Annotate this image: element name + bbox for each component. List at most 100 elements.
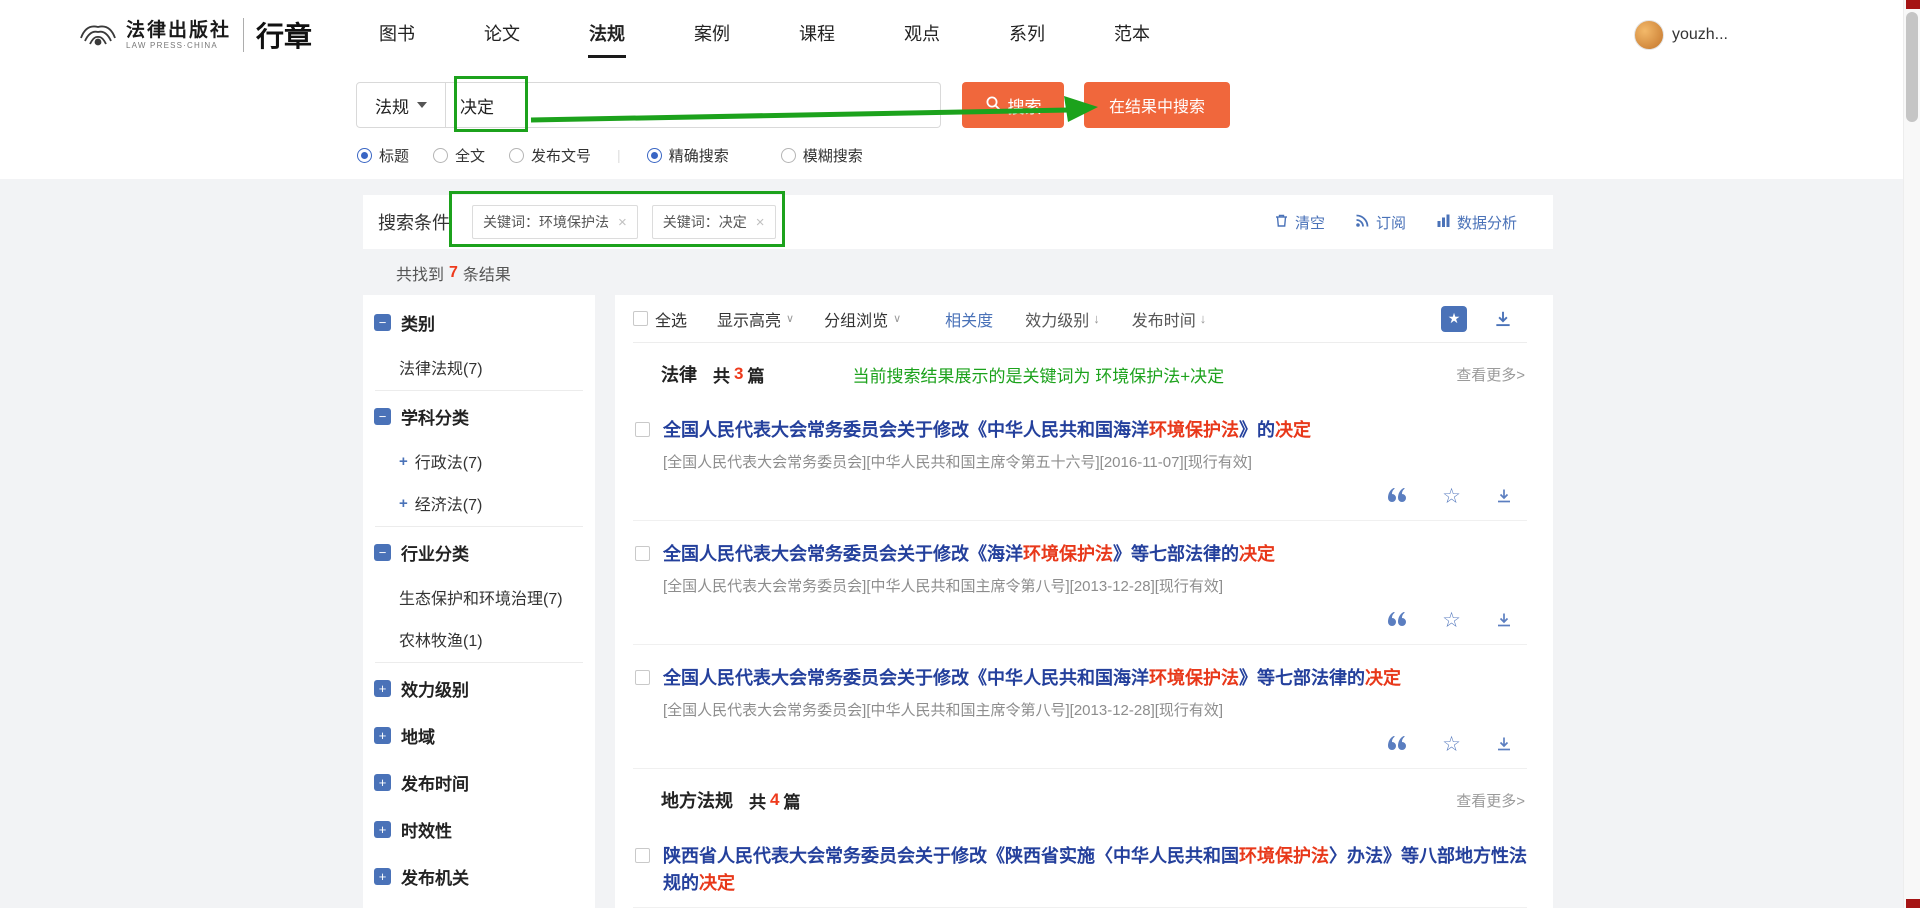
view-more-link[interactable]: 查看更多> <box>1456 790 1527 811</box>
content-background: 搜索条件 关键词：环境保护法 关键词：决定 清空 <box>0 179 1920 908</box>
radio-fulltext[interactable] <box>433 148 448 163</box>
radio-fuzzy-label[interactable]: 模糊搜索 <box>803 145 863 166</box>
filter-item-ecology[interactable]: 生态保护和环境治理(7) <box>363 576 595 618</box>
filter-group-category[interactable]: 类别 <box>363 299 595 346</box>
page-scrollbar[interactable] <box>1903 0 1920 908</box>
search-in-results-button[interactable]: 在结果中搜索 <box>1084 82 1230 128</box>
result-title-link[interactable]: 全国人民代表大会常务委员会关于修改《海洋环境保护法》等七部法律的决定 <box>663 541 1527 568</box>
result-checkbox[interactable] <box>635 546 650 561</box>
subscribe-button[interactable]: 订阅 <box>1355 212 1406 233</box>
nav-item-papers[interactable]: 论文 <box>483 12 521 58</box>
sort-down-icon <box>1200 311 1207 326</box>
result-checkbox[interactable] <box>635 848 650 863</box>
select-all-label[interactable]: 全选 <box>655 307 687 331</box>
filter-group-timeliness[interactable]: 时效性 <box>363 806 595 853</box>
result-meta: [全国人民代表大会常务委员会][中华人民共和国主席令第八号][2013-12-2… <box>663 575 1527 596</box>
download-icon[interactable] <box>1495 735 1513 753</box>
expand-icon[interactable] <box>374 727 391 744</box>
options-divider <box>617 147 621 163</box>
result-row: 全国人民代表大会常务委员会关于修改《中华人民共和国海洋环境保护法》的决定 [全国… <box>633 397 1527 521</box>
favorite-icon[interactable] <box>1442 486 1461 507</box>
quote-icon[interactable] <box>1386 488 1408 504</box>
filter-item-admin-law[interactable]: 行政法(7) <box>363 440 595 482</box>
brand-logo[interactable]: 法律出版社 LAW PRESS·CHINA 行章 <box>78 15 312 55</box>
group-browse-dropdown[interactable]: 分组浏览 <box>824 307 901 331</box>
download-icon[interactable] <box>1495 611 1513 629</box>
top-bar: 法律出版社 LAW PRESS·CHINA 行章 图书 论文 法规 案例 课程 … <box>0 0 1920 70</box>
expand-icon[interactable] <box>374 821 391 838</box>
sort-publish-date[interactable]: 发布时间 <box>1132 307 1207 331</box>
collapse-icon[interactable] <box>374 408 391 425</box>
result-count: 共找到 7 条结果 <box>396 263 1553 283</box>
clear-conditions-button[interactable]: 清空 <box>1274 212 1325 233</box>
condition-tag-env-law: 关键词：环境保护法 <box>472 205 638 239</box>
nav-item-books[interactable]: 图书 <box>378 12 416 58</box>
highlight-dropdown[interactable]: 显示高亮 <box>717 307 794 331</box>
radio-exact-label[interactable]: 精确搜索 <box>669 145 729 166</box>
search-scope-select[interactable]: 法规 <box>356 82 446 128</box>
radio-fuzzy[interactable] <box>781 148 796 163</box>
filter-group-region[interactable]: 地域 <box>363 712 595 759</box>
caret-down-icon <box>417 102 427 108</box>
filter-group-effect-level[interactable]: 效力级别 <box>363 665 595 712</box>
filter-item-agriculture[interactable]: 农林牧渔(1) <box>363 618 595 660</box>
result-checkbox[interactable] <box>635 670 650 685</box>
filter-item-economic-law[interactable]: 经济法(7) <box>363 482 595 524</box>
collect-button[interactable] <box>1441 306 1467 332</box>
quote-icon[interactable] <box>1386 612 1408 628</box>
nav-item-templates[interactable]: 范本 <box>1113 12 1151 58</box>
nav-item-courses[interactable]: 课程 <box>798 12 836 58</box>
nav-item-regulations[interactable]: 法规 <box>588 12 626 58</box>
avatar[interactable] <box>1634 20 1664 50</box>
radio-title-label[interactable]: 标题 <box>379 145 409 166</box>
search-options-row: 标题 全文 发布文号 精确搜索 模糊搜索 <box>356 145 1920 165</box>
quote-icon[interactable] <box>1386 736 1408 752</box>
nav-item-cases[interactable]: 案例 <box>693 12 731 58</box>
favorite-icon[interactable] <box>1442 610 1461 631</box>
filter-group-subject[interactable]: 学科分类 <box>363 393 595 440</box>
collapse-icon[interactable] <box>374 544 391 561</box>
expand-icon[interactable] <box>374 774 391 791</box>
filter-group-publish-date[interactable]: 发布时间 <box>363 759 595 806</box>
user-name: youzh... <box>1672 26 1728 44</box>
filter-item-laws[interactable]: 法律法规(7) <box>363 346 595 388</box>
scrollbar-thumb[interactable] <box>1906 12 1918 122</box>
expand-icon[interactable] <box>399 495 408 512</box>
search-input[interactable] <box>446 82 941 128</box>
collapse-icon[interactable] <box>374 314 391 331</box>
sidebar-divider <box>375 526 583 527</box>
nav-item-views[interactable]: 观点 <box>903 12 941 58</box>
select-all-checkbox[interactable] <box>633 311 648 326</box>
radio-exact[interactable] <box>647 148 662 163</box>
download-icon[interactable] <box>1495 487 1513 505</box>
user-menu[interactable]: youzh... <box>1634 20 1728 50</box>
radio-docnumber-label[interactable]: 发布文号 <box>531 145 591 166</box>
result-count-number: 7 <box>449 264 458 282</box>
radio-docnumber[interactable] <box>509 148 524 163</box>
data-analysis-button[interactable]: 数据分析 <box>1436 212 1517 233</box>
view-more-link[interactable]: 查看更多> <box>1456 364 1527 385</box>
radio-title[interactable] <box>357 148 372 163</box>
close-icon[interactable] <box>618 215 627 230</box>
radio-fulltext-label[interactable]: 全文 <box>455 145 485 166</box>
result-title-link[interactable]: 陕西省人民代表大会常务委员会关于修改《陕西省实施〈中华人民共和国环境保护法〉办法… <box>663 843 1527 897</box>
annotation-note: 当前搜索结果展示的是关键词为 环境保护法+决定 <box>852 362 1224 387</box>
nav-item-series[interactable]: 系列 <box>1008 12 1046 58</box>
sort-relevance[interactable]: 相关度 <box>945 307 993 331</box>
filter-group-issuing-authority[interactable]: 发布机关 <box>363 853 595 900</box>
result-title-link[interactable]: 全国人民代表大会常务委员会关于修改《中华人民共和国海洋环境保护法》的决定 <box>663 417 1527 444</box>
filter-group-industry[interactable]: 行业分类 <box>363 529 595 576</box>
section-name: 地方法规 <box>661 787 733 813</box>
expand-icon[interactable] <box>399 453 408 470</box>
expand-icon[interactable] <box>374 868 391 885</box>
expand-icon[interactable] <box>374 680 391 697</box>
sort-effect-level[interactable]: 效力级别 <box>1025 307 1100 331</box>
search-button[interactable]: 搜索 <box>962 82 1064 128</box>
close-icon[interactable] <box>756 215 765 230</box>
result-title-link[interactable]: 全国人民代表大会常务委员会关于修改《中华人民共和国海洋环境保护法》等七部法律的决… <box>663 665 1527 692</box>
favorite-icon[interactable] <box>1442 734 1461 755</box>
press-emblem-icon <box>78 18 118 53</box>
section-name: 法律 <box>661 361 697 387</box>
download-all-button[interactable] <box>1493 309 1513 329</box>
result-checkbox[interactable] <box>635 422 650 437</box>
